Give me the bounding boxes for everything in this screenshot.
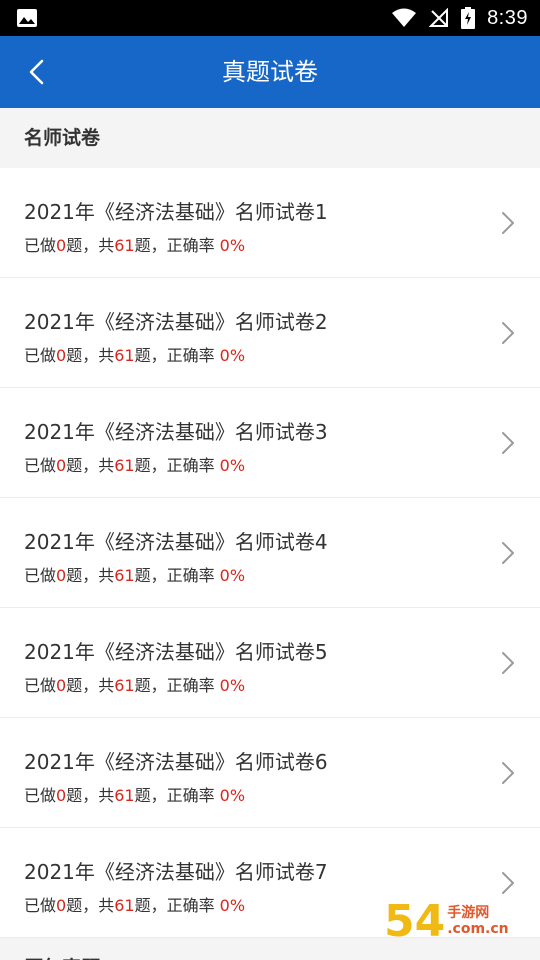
status-time: 8:39 — [487, 6, 528, 29]
image-notification-icon — [17, 9, 37, 27]
chevron-right-icon — [502, 212, 514, 234]
paper-title: 2021年《经济法基础》名师试卷2 — [24, 310, 328, 334]
chevron-right-icon — [502, 652, 514, 674]
paper-progress: 已做0题，共61题，正确率 0% — [24, 676, 246, 695]
list-item[interactable]: 2021年《经济法基础》名师试卷6 已做0题，共61题，正确率 0% — [0, 718, 540, 828]
chevron-right-icon — [502, 432, 514, 454]
status-bar: 8:39 — [0, 0, 540, 36]
paper-progress: 已做0题，共61题，正确率 0% — [24, 566, 246, 585]
chevron-right-icon — [502, 542, 514, 564]
watermark-number: 54 — [384, 895, 446, 947]
paper-progress: 已做0题，共61题，正确率 0% — [24, 896, 246, 915]
wifi-icon — [392, 8, 417, 27]
paper-progress: 已做0题，共61题，正确率 0% — [24, 346, 246, 365]
paper-title: 2021年《经济法基础》名师试卷1 — [24, 200, 328, 224]
list-item[interactable]: 2021年《经济法基础》名师试卷5 已做0题，共61题，正确率 0% — [0, 608, 540, 718]
list-item[interactable]: 2021年《经济法基础》名师试卷2 已做0题，共61题，正确率 0% — [0, 278, 540, 388]
list-item[interactable]: 2021年《经济法基础》名师试卷4 已做0题，共61题，正确率 0% — [0, 498, 540, 608]
section-header-teacher-papers: 名师试卷 — [0, 108, 540, 168]
watermark-line1: 手游网 — [447, 905, 490, 921]
list-item[interactable]: 2021年《经济法基础》名师试卷1 已做0题，共61题，正确率 0% — [0, 168, 540, 278]
paper-progress: 已做0题，共61题，正确率 0% — [24, 456, 246, 475]
paper-progress: 已做0题，共61题，正确率 0% — [24, 786, 246, 805]
watermark-logo: 54 手游网 .com.cn — [384, 886, 534, 956]
paper-title: 2021年《经济法基础》名师试卷5 — [24, 640, 328, 664]
paper-progress: 已做0题，共61题，正确率 0% — [24, 236, 246, 255]
paper-list: 2021年《经济法基础》名师试卷1 已做0题，共61题，正确率 0% 2021年… — [0, 168, 540, 938]
chevron-right-icon — [502, 762, 514, 784]
page-title: 真题试卷 — [222, 58, 318, 86]
list-item[interactable]: 2021年《经济法基础》名师试卷3 已做0题，共61题，正确率 0% — [0, 388, 540, 498]
battery-charging-icon — [461, 7, 476, 29]
app-bar: 真题试卷 — [0, 36, 540, 108]
paper-title: 2021年《经济法基础》名师试卷7 — [24, 860, 328, 884]
paper-title: 2021年《经济法基础》名师试卷3 — [24, 420, 328, 444]
paper-title: 2021年《经济法基础》名师试卷4 — [24, 530, 328, 554]
watermark-line2: .com.cn — [447, 921, 509, 937]
chevron-right-icon — [502, 322, 514, 344]
no-signal-icon — [429, 8, 449, 27]
paper-title: 2021年《经济法基础》名师试卷6 — [24, 750, 328, 774]
